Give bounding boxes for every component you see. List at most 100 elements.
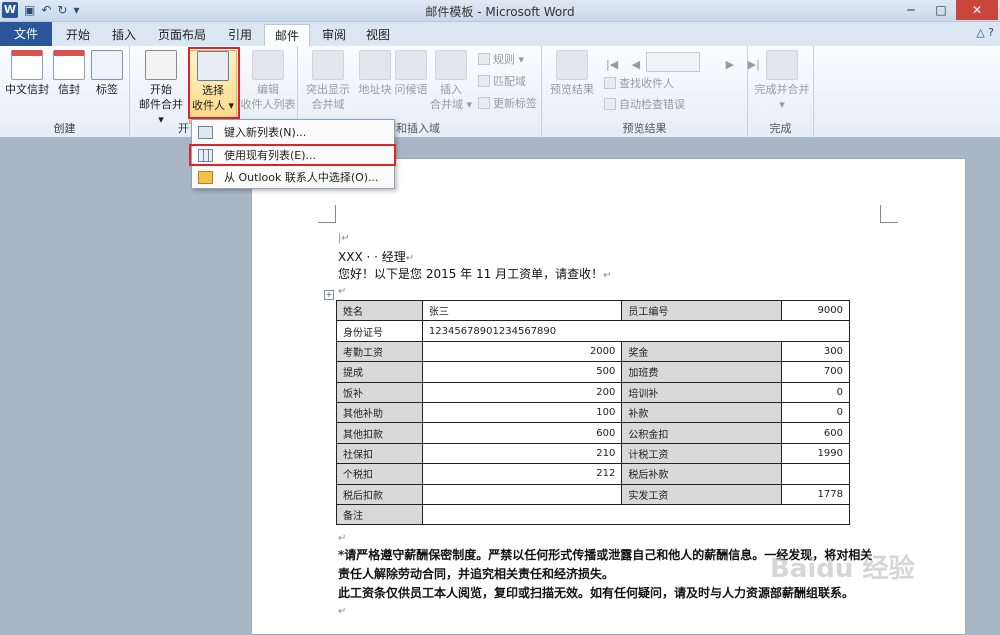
chinese-envelope-button[interactable]: 中文信封 [4,50,50,97]
rules-icon [478,53,490,65]
table-cell[interactable] [421,483,623,505]
tab-mailings[interactable]: 邮件 [264,24,310,46]
table-row: 其他扣款 600 公积金扣 600 [336,422,850,444]
table-cell[interactable]: 公积金扣 [621,422,783,444]
table-cell[interactable]: 其他扣款 [336,422,423,444]
table-cell[interactable]: 212 [421,463,623,485]
table-cell[interactable]: 1778 [781,483,850,505]
record-number-input[interactable] [646,52,700,72]
table-cell[interactable]: 培训补 [621,381,783,403]
greeting-icon [395,50,427,80]
document-icon [145,50,177,80]
preview-results-button[interactable]: 预览结果 [546,50,598,97]
labels-button[interactable]: 标签 [84,50,130,97]
confidentiality-notice-line3[interactable]: 此工资条仅供员工本人阅览，复印或扫描无效。如有任何疑问，请及时与人力资源部薪酬组… [338,584,854,601]
baidu-watermark: Baidu 经验 [770,554,915,584]
table-cell[interactable]: 500 [421,361,623,383]
table-cell[interactable] [781,463,850,485]
tab-view[interactable]: 视图 [358,24,398,46]
update-labels-button[interactable]: 更新标签 [478,96,537,112]
table-cell[interactable]: 600 [781,422,850,444]
table-row: 个税扣 212 税后补款 [336,463,850,485]
table-cell[interactable] [421,503,851,526]
group-finish-label: 完成 [769,122,792,135]
first-record-icon[interactable]: |◀ [606,58,618,71]
match-fields-button[interactable]: 匹配域 [478,74,526,90]
help-icon[interactable]: △ ? [976,26,994,39]
table-cell[interactable]: 实发工资 [621,483,783,505]
address-block-icon [359,50,391,80]
table-cell[interactable]: 700 [781,361,850,383]
envelope-icon [11,50,43,80]
table-row: 考勤工资 2000 奖金 300 [336,340,850,363]
table-cell[interactable]: 计税工资 [621,442,783,465]
tab-home[interactable]: 开始 [58,24,98,46]
highlight-box-use-existing-list [189,144,396,166]
table-row: 社保扣 210 计税工资 1990 [336,442,850,465]
table-cell[interactable]: 社保扣 [336,442,423,465]
empty-paragraph: ↵ [338,606,347,617]
table-cell[interactable]: 员工编号 [621,299,783,322]
table-cell[interactable]: 600 [421,422,623,444]
table-cell[interactable]: 身份证号 [336,320,423,342]
title-bar: W ▣ ↶ ↻ ▾ 邮件模板 - Microsoft Word ─ □ ✕ [0,0,1000,22]
finish-merge-icon [766,50,798,80]
tab-insert[interactable]: 插入 [104,24,144,46]
table-cell[interactable]: 100 [421,401,623,424]
table-cell[interactable]: 1990 [781,442,850,465]
minimize-icon[interactable]: ─ [896,0,926,20]
tab-review[interactable]: 审阅 [314,24,354,46]
start-mail-merge-button[interactable]: 开始 邮件合并 ▾ [136,50,186,127]
check-errors-icon [604,98,616,110]
table-cell[interactable]: 个税扣 [336,463,423,485]
table-cell[interactable]: 税后扣款 [336,483,423,505]
tab-references[interactable]: 引用 [220,24,260,46]
table-move-handle-icon[interactable]: + [324,290,334,300]
table-cell[interactable]: 加班费 [621,361,783,383]
table-cell[interactable]: 0 [781,381,850,403]
empty-paragraph: ↵ [338,533,347,544]
table-row: 其他补助 100 补款 0 [336,401,850,424]
table-cell[interactable]: 210 [421,442,623,465]
table-cell[interactable]: 其他补助 [336,401,423,424]
next-record-icon[interactable]: ▶ [726,58,734,71]
highlight-icon [312,50,344,80]
table-cell[interactable]: 提成 [336,361,423,383]
maximize-icon[interactable]: □ [926,0,956,20]
rules-button[interactable]: 规则 ▾ [478,52,524,68]
table-row: 身份证号 12345678901234567890 [336,320,851,342]
previous-record-icon[interactable]: ◀ [632,58,640,71]
finish-merge-button[interactable]: 完成并合并 ▾ [754,50,810,112]
table-cell[interactable]: 补款 [621,401,783,424]
close-icon[interactable]: ✕ [956,0,998,20]
recipient-line[interactable]: XXX · · 经理↵ [338,248,414,265]
last-record-icon[interactable]: ▶| [748,58,760,71]
table-cell[interactable]: 奖金 [621,340,783,363]
table-cell[interactable]: 300 [781,340,850,363]
table-cell[interactable]: 2000 [421,340,623,363]
table-cell[interactable]: 税后补款 [621,463,783,485]
auto-check-errors-button[interactable]: 自动检查错误 [604,97,685,113]
outlook-contacts-icon [198,171,213,184]
table-cell[interactable]: 9000 [781,299,850,322]
menu-item-type-new-list[interactable]: 键入新列表(N)... [192,122,394,144]
table-cell[interactable]: 姓名 [336,299,423,322]
find-recipient-button[interactable]: 查找收件人 [604,76,674,92]
highlight-merge-fields-button[interactable]: 突出显示 合并域 [302,50,354,112]
find-recipient-icon [604,77,616,89]
table-cell[interactable]: 考勤工资 [336,340,423,363]
table-cell[interactable]: 张三 [421,299,623,322]
table-cell[interactable]: 200 [421,381,623,403]
table-cell[interactable]: 12345678901234567890 [421,320,851,342]
confidentiality-notice-line2[interactable]: 责任人解除劳动合同，并追究相关责任和经济损失。 [338,565,614,582]
greeting-line[interactable]: 您好！以下是您 2015 年 11 月工资单，请查收！↵ [338,265,611,282]
edit-recipients-button[interactable]: 编辑 收件人列表 [240,50,296,112]
table-cell[interactable]: 饭补 [336,381,423,403]
table-cell[interactable]: 备注 [336,503,423,526]
menu-item-outlook-contacts[interactable]: 从 Outlook 联系人中选择(O)... [192,167,394,189]
tab-page-layout[interactable]: 页面布局 [150,24,214,46]
margin-corner-top-right [880,205,898,223]
insert-merge-field-button[interactable]: 插入 合并域 ▾ [426,50,476,112]
tab-file[interactable]: 文件 [0,22,52,46]
table-cell[interactable]: 0 [781,401,850,424]
